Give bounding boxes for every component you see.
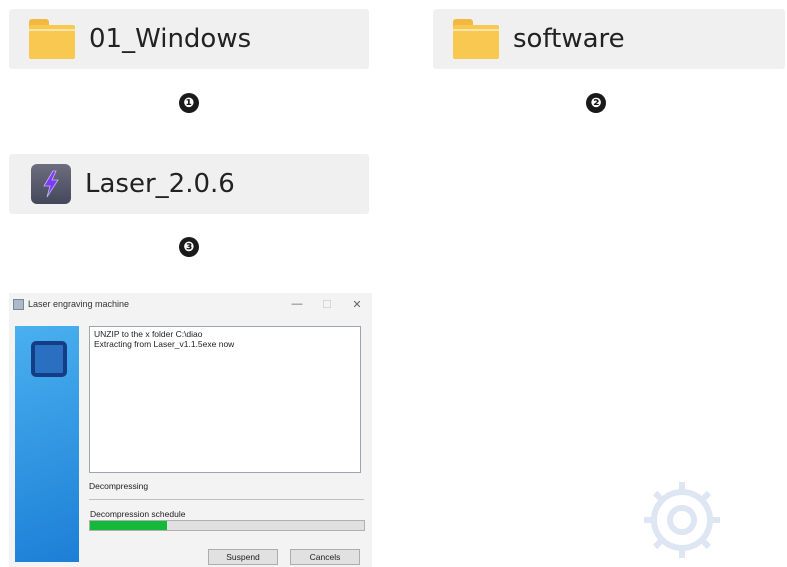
log-line: Extracting from Laser_v1.1.5exe now [94,339,235,349]
folder-label: 01_Windows [89,24,252,54]
folder-software[interactable]: software [433,9,785,69]
installer-dialog: Laser engraving machine — ☐ ✕ UNZIP to t… [9,293,372,567]
step-1-marker: ❶ [179,93,199,113]
installer-side-banner [15,326,79,562]
window-app-icon [13,298,24,310]
folder-01-windows[interactable]: 01_Windows [9,9,369,69]
extraction-log[interactable]: UNZIP to the x folder C:\diao Extracting… [89,326,361,473]
maximize-button[interactable]: ☐ [312,293,342,315]
step-3-marker: ❸ [179,237,199,257]
app-label: Laser_2.0.6 [85,169,235,199]
suspend-button[interactable]: Suspend [208,549,278,565]
watermark-logo [644,482,720,558]
folder-icon [29,19,75,59]
progress-label: Decompression schedule [90,509,186,519]
status-text: Decompressing [89,481,149,491]
close-button[interactable]: ✕ [342,293,372,315]
dialog-title: Laser engraving machine [28,299,130,309]
log-line: UNZIP to the x folder C:\diao [94,329,203,339]
laser-app-icon [31,164,71,204]
progress-bar [89,520,365,531]
progress-fill [90,521,167,530]
folder-icon [453,19,499,59]
minimize-button[interactable]: — [282,293,312,315]
divider [89,499,364,500]
step-2-marker: ❷ [586,93,606,113]
window-controls: — ☐ ✕ [282,293,372,315]
cancel-button[interactable]: Cancels [290,549,360,565]
folder-label: software [513,24,625,54]
banner-square-icon [31,341,67,377]
laser-app-file[interactable]: Laser_2.0.6 [9,154,369,214]
